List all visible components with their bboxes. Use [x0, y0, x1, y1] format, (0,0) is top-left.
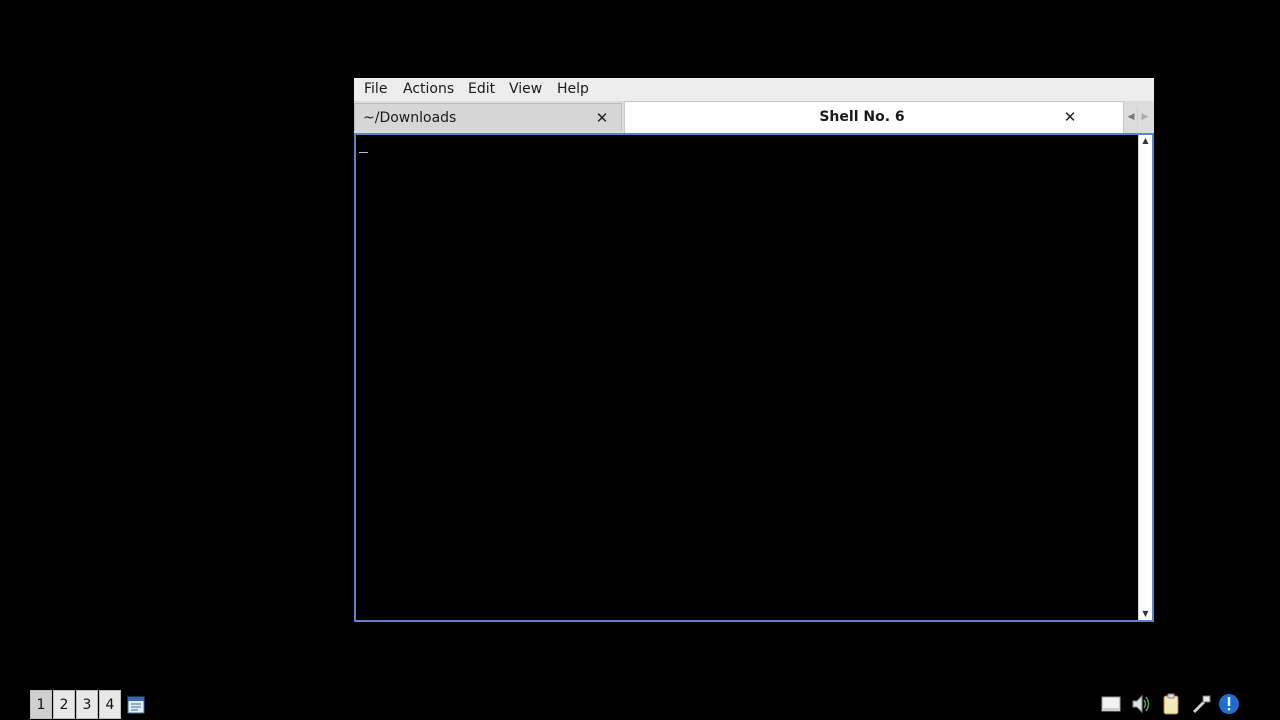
menu-view[interactable]: View: [509, 81, 542, 98]
system-tray: [1100, 692, 1240, 716]
terminal-output[interactable]: ▲ ▼: [354, 133, 1154, 622]
network-tools-icon[interactable]: [1190, 692, 1212, 716]
workspace-3[interactable]: 3: [76, 690, 98, 719]
drive-icon[interactable]: [1100, 692, 1122, 716]
workspace-1[interactable]: 1: [30, 690, 52, 719]
workspace-2[interactable]: 2: [53, 690, 75, 719]
workspace-4[interactable]: 4: [99, 690, 121, 719]
menu-file[interactable]: File: [364, 81, 387, 98]
volume-icon[interactable]: [1130, 692, 1152, 716]
menu-bar: File Actions Edit View Help: [354, 78, 1154, 101]
desktop: File Actions Edit View Help ~/Downloads …: [0, 0, 1280, 720]
tab-downloads-label: ~/Downloads: [363, 110, 457, 126]
vertical-scrollbar[interactable]: ▲ ▼: [1138, 135, 1152, 620]
notification-icon[interactable]: [1218, 692, 1240, 716]
close-icon[interactable]: ✕: [595, 111, 609, 126]
menu-edit[interactable]: Edit: [468, 81, 495, 98]
scroll-up-icon[interactable]: ▲: [1139, 135, 1152, 147]
tab-shell-no-6[interactable]: Shell No. 6 ✕: [624, 101, 1124, 133]
tab-downloads[interactable]: ~/Downloads ✕: [354, 103, 622, 131]
menu-actions[interactable]: Actions: [403, 81, 454, 98]
tab-bar: ~/Downloads ✕ Shell No. 6 ✕ ◀ ▶: [354, 101, 1154, 133]
text-cursor: [359, 152, 368, 153]
scroll-down-icon[interactable]: ▼: [1139, 608, 1152, 620]
terminal-window: File Actions Edit View Help ~/Downloads …: [354, 78, 1154, 622]
tab-scroll-left-icon[interactable]: ◀: [1125, 107, 1138, 127]
tab-shell-label: Shell No. 6: [819, 109, 905, 125]
menu-help[interactable]: Help: [557, 81, 589, 98]
close-icon[interactable]: ✕: [1063, 110, 1077, 125]
window-list-icon[interactable]: [127, 696, 145, 714]
clipboard-icon[interactable]: [1160, 692, 1182, 716]
tab-scroll-right-icon[interactable]: ▶: [1139, 107, 1151, 127]
